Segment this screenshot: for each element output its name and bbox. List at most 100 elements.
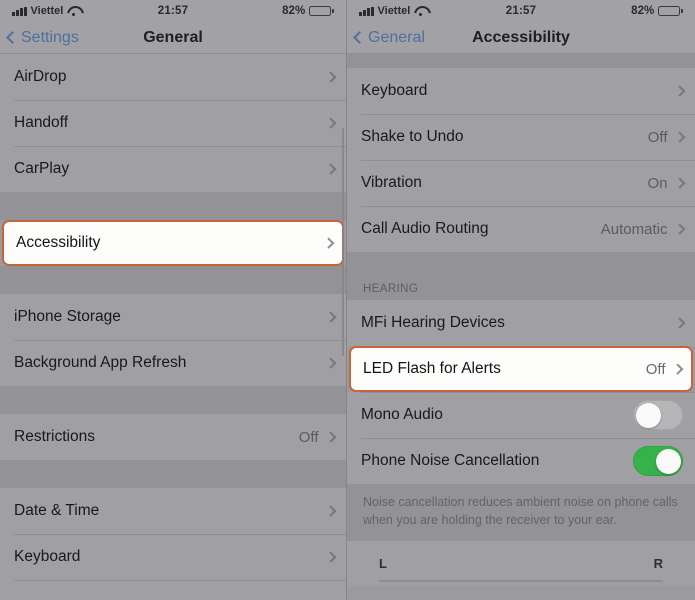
chevron-right-icon xyxy=(324,311,336,323)
row-label: Handoff xyxy=(14,114,69,131)
back-button-label: Settings xyxy=(21,28,79,46)
accessibility-row-keyboard[interactable]: Keyboard xyxy=(347,68,695,114)
status-right-group: 82% xyxy=(575,5,683,17)
battery-icon xyxy=(309,5,334,17)
row-label: Accessibility xyxy=(16,234,101,251)
row-label: Keyboard xyxy=(14,548,81,565)
hearing-section-header-gap: HEARING xyxy=(347,252,695,300)
settings-row-restrictions[interactable]: Restrictions Off xyxy=(0,414,346,460)
accessibility-settings-list: Keyboard Shake to Undo Off Vibration On … xyxy=(347,54,695,587)
stereo-balance-slider[interactable]: L R xyxy=(347,541,695,587)
settings-row-partial[interactable] xyxy=(0,580,346,600)
battery-percent-label: 82% xyxy=(631,5,655,17)
row-label: Mono Audio xyxy=(361,406,443,423)
status-left-group: Viettel xyxy=(359,5,467,17)
chevron-right-icon xyxy=(673,223,685,235)
left-status-bar: Viettel 21:57 82% xyxy=(0,0,346,22)
status-right-group: 82% xyxy=(227,5,334,17)
row-value: Automatic xyxy=(600,220,668,238)
wifi-icon xyxy=(414,6,427,16)
section-gap xyxy=(0,192,346,220)
carrier-label: Viettel xyxy=(377,5,411,17)
accessibility-row-mono-audio[interactable]: Mono Audio xyxy=(347,392,695,438)
chevron-right-icon xyxy=(324,431,336,443)
settings-row-background-app-refresh[interactable]: Background App Refresh xyxy=(0,340,346,386)
section-gap xyxy=(347,54,695,68)
chevron-right-icon xyxy=(324,117,336,129)
balance-slider-track[interactable] xyxy=(379,580,663,583)
right-status-bar: Viettel 21:57 82% xyxy=(347,0,695,22)
settings-row-iphone-storage[interactable]: iPhone Storage xyxy=(0,294,346,340)
noise-cancellation-footer-note: Noise cancellation reduces ambient noise… xyxy=(347,484,695,542)
right-nav-bar: General Accessibility xyxy=(347,22,695,54)
chevron-left-icon xyxy=(353,31,366,44)
chevron-right-icon xyxy=(324,357,336,369)
chevron-right-icon xyxy=(322,237,334,249)
back-to-settings-button[interactable]: Settings xyxy=(0,29,79,47)
chevron-right-icon xyxy=(673,317,685,329)
wifi-icon xyxy=(67,6,80,16)
accessibility-row-phone-noise-cancellation[interactable]: Phone Noise Cancellation xyxy=(347,438,695,484)
row-label: Shake to Undo xyxy=(361,128,464,145)
row-label: MFi Hearing Devices xyxy=(361,314,505,331)
row-label: iPhone Storage xyxy=(14,308,121,325)
accessibility-row-led-flash-for-alerts[interactable]: LED Flash for Alerts Off xyxy=(349,346,693,392)
section-gap xyxy=(0,460,346,488)
row-label: Phone Noise Cancellation xyxy=(361,452,540,469)
back-button-label: General xyxy=(368,28,425,46)
chevron-right-icon xyxy=(673,131,685,143)
settings-row-airdrop[interactable]: AirDrop xyxy=(0,54,346,100)
chevron-right-icon xyxy=(673,177,685,189)
row-label: Date & Time xyxy=(14,502,100,519)
settings-row-keyboard[interactable]: Keyboard xyxy=(0,534,346,580)
status-clock: 21:57 xyxy=(157,5,189,17)
cellular-bars-icon xyxy=(12,6,27,16)
general-settings-list: AirDrop Handoff CarPlay Accessibility iP… xyxy=(0,54,346,600)
row-value: Off xyxy=(645,360,666,378)
vertical-scrollbar[interactable] xyxy=(341,128,344,356)
settings-row-accessibility[interactable]: Accessibility xyxy=(2,220,344,266)
accessibility-row-vibration[interactable]: Vibration On xyxy=(347,160,695,206)
accessibility-row-call-audio-routing[interactable]: Call Audio Routing Automatic xyxy=(347,206,695,252)
chevron-right-icon xyxy=(324,71,336,83)
accessibility-row-shake-to-undo[interactable]: Shake to Undo Off xyxy=(347,114,695,160)
accessibility-row-mfi-hearing-devices[interactable]: MFi Hearing Devices xyxy=(347,300,695,346)
chevron-right-icon xyxy=(324,163,336,175)
row-value: Off xyxy=(647,128,668,146)
row-label: Restrictions xyxy=(14,428,95,445)
back-to-general-button[interactable]: General xyxy=(347,29,425,47)
chevron-right-icon xyxy=(673,85,685,97)
mono-audio-toggle[interactable] xyxy=(633,400,683,430)
chevron-right-icon xyxy=(324,551,336,563)
chevron-right-icon xyxy=(324,505,336,517)
row-label: Keyboard xyxy=(361,82,428,99)
chevron-right-icon xyxy=(671,363,683,375)
balance-right-label: R xyxy=(653,556,663,572)
battery-icon xyxy=(658,5,683,17)
status-clock: 21:57 xyxy=(505,5,537,17)
row-label: Background App Refresh xyxy=(14,354,187,371)
settings-row-date-and-time[interactable]: Date & Time xyxy=(0,488,346,534)
cellular-bars-icon xyxy=(359,6,374,16)
phone-noise-cancellation-toggle[interactable] xyxy=(633,446,683,476)
row-label: Vibration xyxy=(361,174,422,191)
row-label: CarPlay xyxy=(14,160,70,177)
section-header-hearing: HEARING xyxy=(363,283,419,295)
settings-row-carplay[interactable]: CarPlay xyxy=(0,146,346,192)
section-gap xyxy=(0,386,346,414)
row-value: On xyxy=(647,174,668,192)
row-value: Off xyxy=(298,428,319,446)
carrier-label: Viettel xyxy=(30,5,64,17)
left-nav-bar: Settings General xyxy=(0,22,346,54)
dual-phone-screenshot: Viettel 21:57 82% Settings General AirDr… xyxy=(0,0,695,600)
section-gap xyxy=(0,266,346,294)
right-phone-screen: Viettel 21:57 82% General Accessibility xyxy=(347,0,695,600)
balance-left-label: L xyxy=(379,556,387,572)
row-label: Call Audio Routing xyxy=(361,220,489,237)
left-phone-screen: Viettel 21:57 82% Settings General AirDr… xyxy=(0,0,347,600)
chevron-left-icon xyxy=(6,31,19,44)
row-label: LED Flash for Alerts xyxy=(363,360,501,377)
row-label: AirDrop xyxy=(14,68,67,85)
settings-row-handoff[interactable]: Handoff xyxy=(0,100,346,146)
battery-percent-label: 82% xyxy=(282,5,306,17)
